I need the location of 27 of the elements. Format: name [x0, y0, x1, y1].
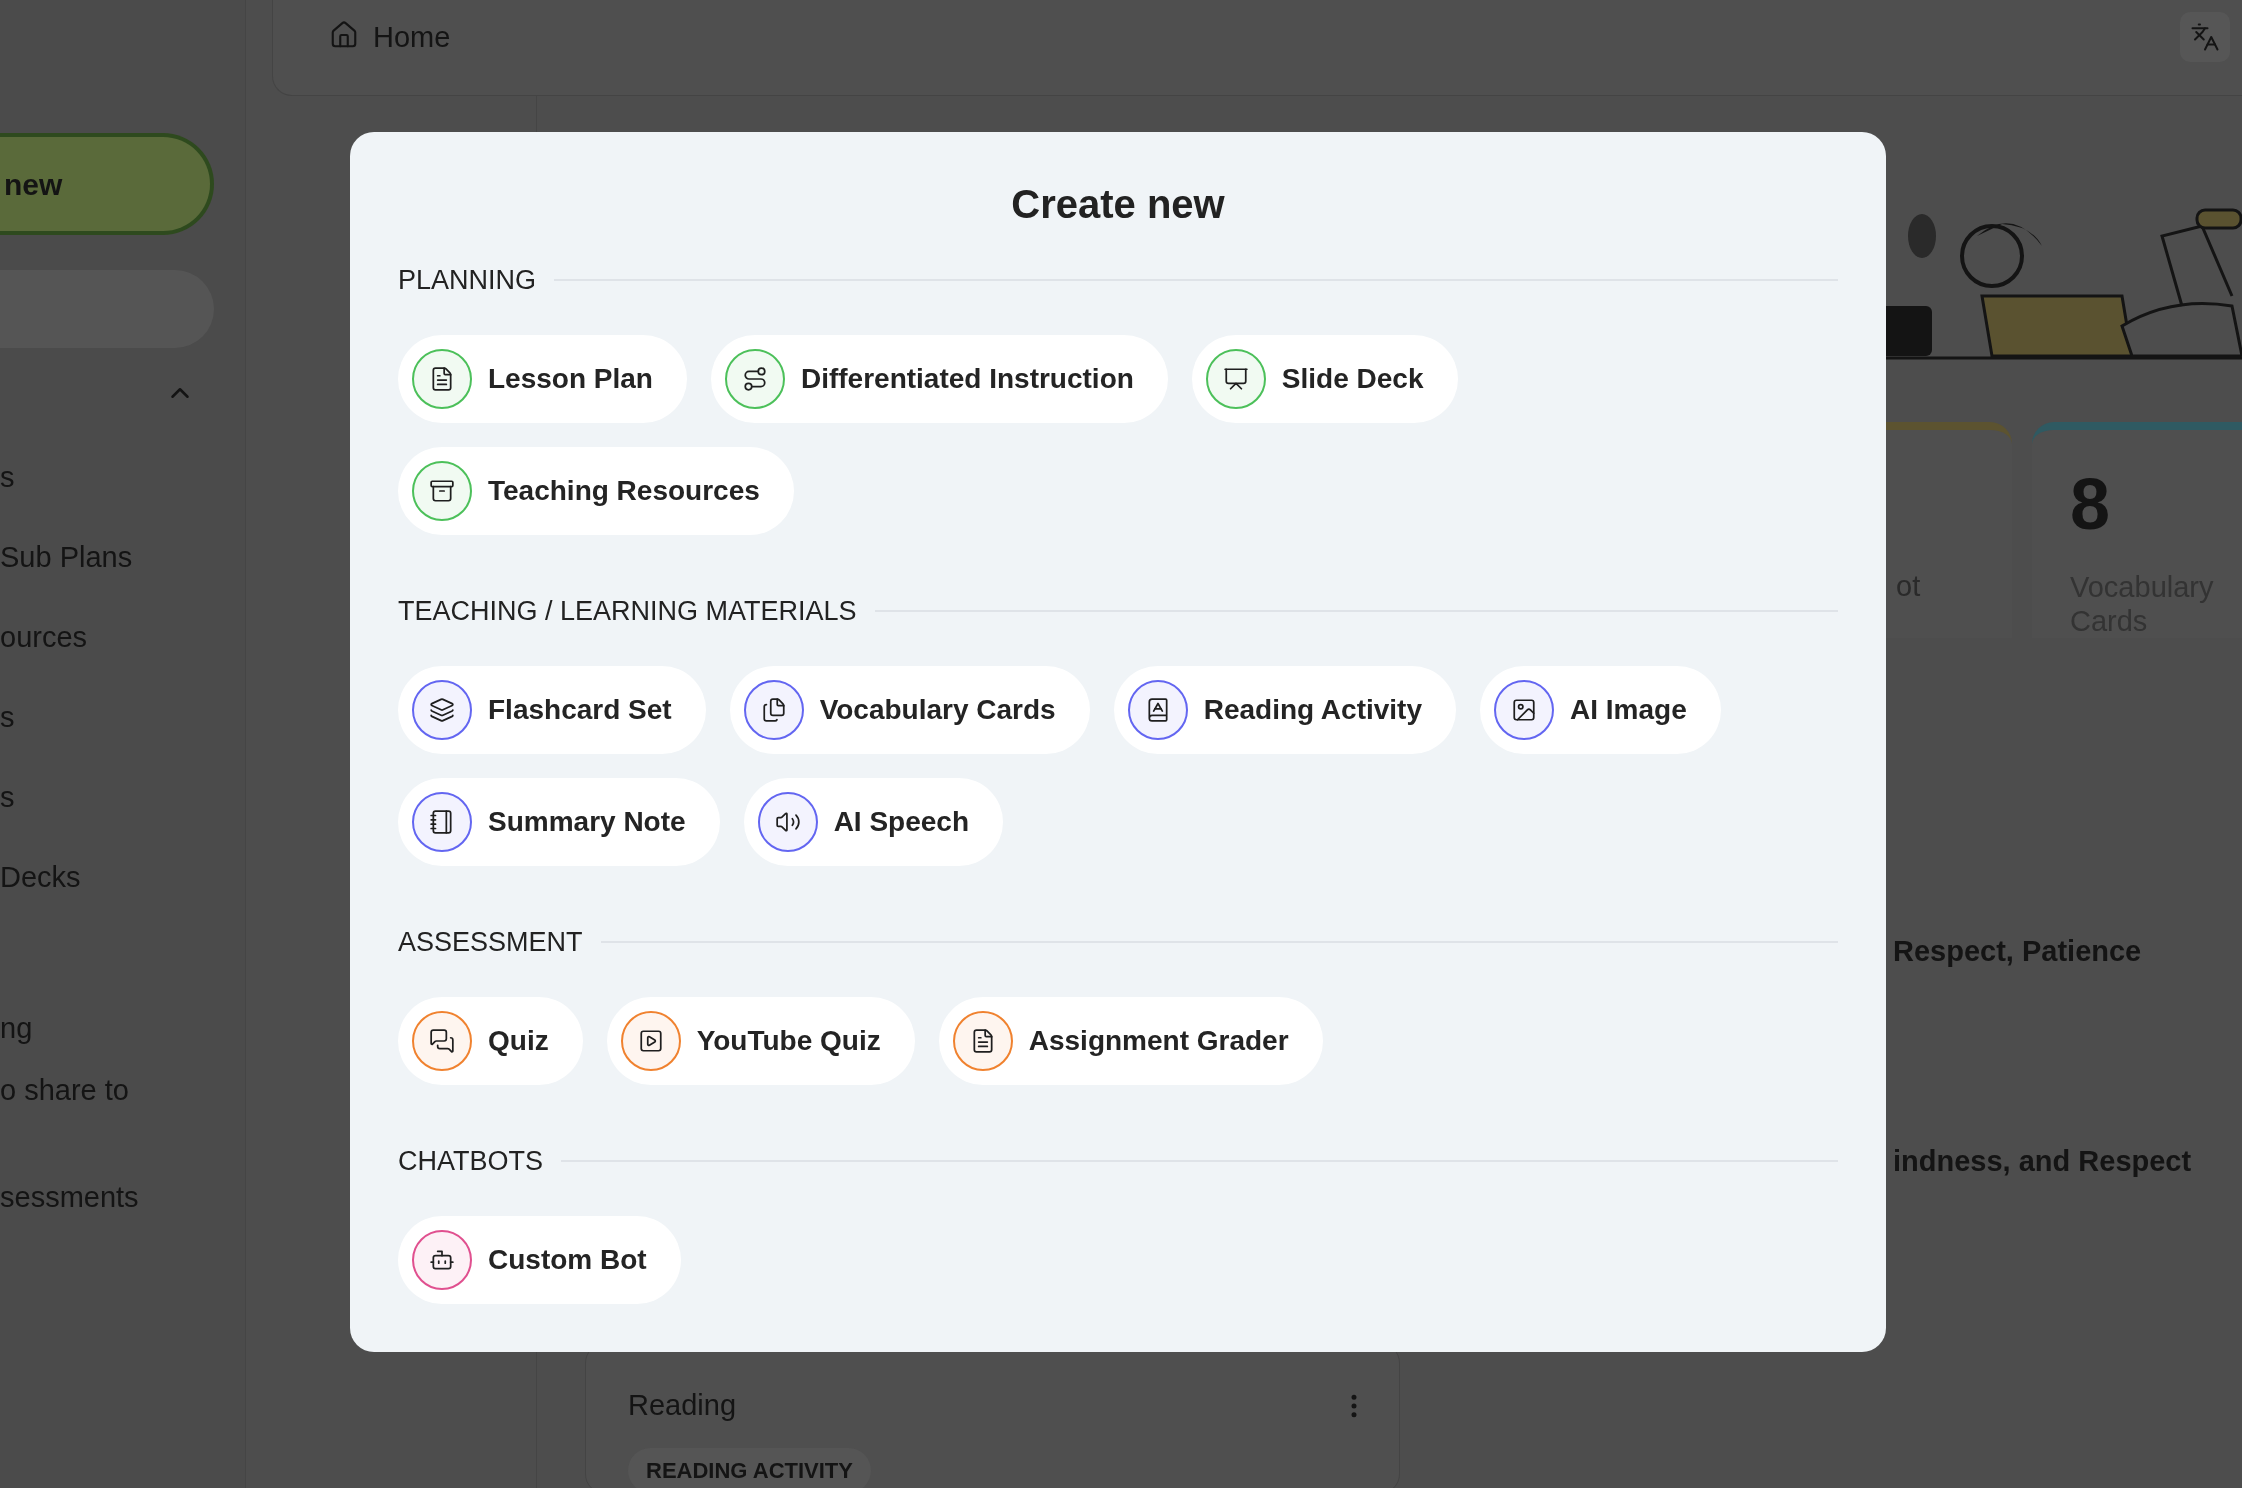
create-option-button[interactable]: Flashcard Set: [398, 666, 706, 754]
value-text: Respect, Patience: [1893, 935, 2142, 967]
create-option-button[interactable]: Assignment Grader: [938, 997, 1323, 1085]
create-option-button[interactable]: Differentiated Instruction: [710, 335, 1168, 423]
section-heading: ASSESSMENT: [398, 925, 583, 959]
value-text: indness, and Respect: [1893, 1144, 2192, 1177]
activity-tag: READING ACTIVITY: [628, 1447, 871, 1488]
translate-icon: [2190, 22, 2220, 52]
create-option-button[interactable]: Slide Deck: [1191, 335, 1458, 423]
card-count: 8: [2070, 468, 2112, 540]
section-heading: TEACHING / LEARNING MATERIALS: [398, 594, 857, 628]
dialog-title: Create new: [1010, 181, 1226, 228]
create-option-button[interactable]: Reading Activity: [1113, 666, 1456, 754]
home-icon: [329, 20, 359, 50]
create-option-button[interactable]: AI Speech: [743, 778, 1003, 866]
translate-button[interactable]: [2180, 12, 2230, 62]
create-option-button[interactable]: Quiz: [398, 997, 583, 1085]
create-option-button[interactable]: YouTube Quiz: [606, 997, 915, 1085]
section-heading: PLANNING: [398, 263, 537, 297]
create-option-button[interactable]: Summary Note: [398, 778, 720, 866]
create-option-button[interactable]: Teaching Resources: [398, 447, 794, 535]
create-option-button[interactable]: Custom Bot: [398, 1216, 681, 1304]
create-option-button[interactable]: AI Image: [1480, 666, 1721, 754]
section-heading: CHATBOTS: [398, 1144, 543, 1178]
activity-title: Reading: [628, 1388, 737, 1423]
create-option-button[interactable]: Vocabulary Cards: [729, 666, 1090, 754]
create-option-button[interactable]: Lesson Plan: [398, 335, 687, 423]
